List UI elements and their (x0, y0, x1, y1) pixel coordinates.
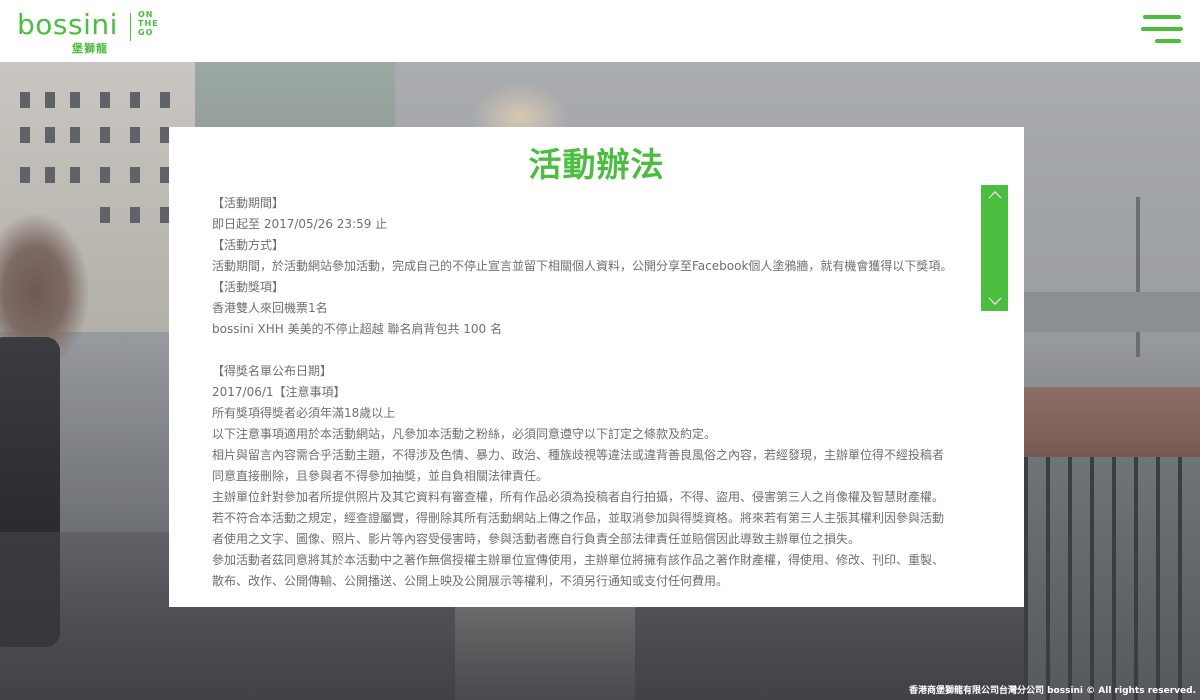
chevron-down-icon[interactable] (981, 291, 1008, 311)
building-window (45, 167, 55, 183)
rules-line: 以下注意事項適用於本活動網站，凡參加本活動之粉絲，必須同意遵守以下訂定之條款及約… (212, 427, 717, 441)
rules-line: 【活動獎項】 (212, 280, 285, 294)
rules-line: 2017/06/1【注意事項】 (212, 385, 346, 399)
logo-divider (130, 13, 131, 41)
building-window (70, 127, 80, 143)
rules-line: 活動期間，於活動網站參加活動，完成自己的不停止宣言並留下相關個人資料，公開分享至… (212, 259, 953, 273)
building-window (100, 207, 110, 223)
modal-scroll-content[interactable]: 【活動期間】 即日起至 2017/05/26 23:59 止 【活動方式】 活動… (212, 193, 962, 593)
modal-scrollbar[interactable] (981, 185, 1008, 311)
background-bridge (1024, 292, 1200, 332)
rules-line: 散布、改作、公開傳輸、公開播送、公開上映及公開展示等權利，不須另行通知或支付任何… (212, 574, 729, 588)
rules-line: 主辦單位針對參加者所提供照片及其它資料有審查權，所有作品必須為投稿者自行拍攝，不… (212, 490, 945, 504)
rules-line: 【得獎名單公布日期】 (212, 364, 333, 378)
building-window (130, 127, 140, 143)
building-window (20, 127, 30, 143)
rules-line: 者使用之文字、圖像、照片、影片等內容受侵害時，參與活動者應自行負責全部法律責任並… (212, 532, 861, 546)
building-window (20, 92, 30, 108)
building-window (70, 92, 80, 108)
building-window (130, 92, 140, 108)
top-header: bossini 堡獅龍 ON THE GO (0, 0, 1200, 62)
rules-line: 相片與留言內容需合乎活動主題，不得涉及色情、暴力、政治、種族歧視等違法或違背善良… (212, 448, 945, 462)
building-window (70, 167, 80, 183)
logo-tagline-line: THE (138, 19, 159, 28)
rules-modal: 活動辦法 【活動期間】 即日起至 2017/05/26 23:59 止 【活動方… (169, 127, 1024, 607)
copyright-text: 香港商堡獅龍有限公司台灣分公司 bossini © All rights res… (908, 686, 1196, 696)
building-window (100, 127, 110, 143)
building-window (20, 167, 30, 183)
building-window (100, 92, 110, 108)
chevron-up-icon[interactable] (981, 185, 1008, 205)
rules-line: 即日起至 2017/05/26 23:59 止 (212, 217, 388, 231)
menu-bar (1155, 39, 1181, 43)
logo-tagline-line: GO (138, 28, 154, 37)
logo-wordmark: bossini (17, 8, 118, 41)
rules-line: 若不符合本活動之規定，經查證屬實，得刪除其所有活動網站上傳之作品，並取消參加與得… (212, 511, 945, 525)
hamburger-menu-icon[interactable] (1141, 15, 1185, 45)
rules-line: 香港雙人來回機票1名 (212, 301, 328, 315)
rules-line (212, 340, 962, 361)
rules-line: bossini XHH 美美的不停止超越 聯名肩背包共 100 名 (212, 322, 502, 336)
building-window (45, 127, 55, 143)
background-railing (1024, 457, 1200, 700)
background-lamp-post (1136, 197, 1140, 357)
modal-title: 活動辦法 (528, 145, 665, 184)
rules-line: 所有獎項得獎者必須年滿18歲以上 (212, 406, 396, 420)
rules-line: 參加活動者茲同意將其於本活動中之著作無償授權主辦單位宣傳使用，主辦單位將擁有該作… (212, 553, 945, 567)
menu-bar (1141, 27, 1183, 31)
building-window (45, 92, 55, 108)
rules-line: 【活動期間】 (212, 196, 285, 210)
building-window (100, 167, 110, 183)
building-window (130, 167, 140, 183)
rules-line: 同意直接刪除，且參與者不得參加抽獎，並自負相關法律責任。 (212, 469, 549, 483)
building-window (130, 207, 140, 223)
rules-line: 【活動方式】 (212, 238, 285, 252)
logo-chinese-name: 堡獅龍 (72, 42, 108, 55)
building-window (160, 92, 170, 108)
logo-tagline-line: ON (138, 10, 154, 19)
menu-bar (1143, 15, 1181, 19)
logo-tagline: ON THE GO (138, 10, 168, 37)
